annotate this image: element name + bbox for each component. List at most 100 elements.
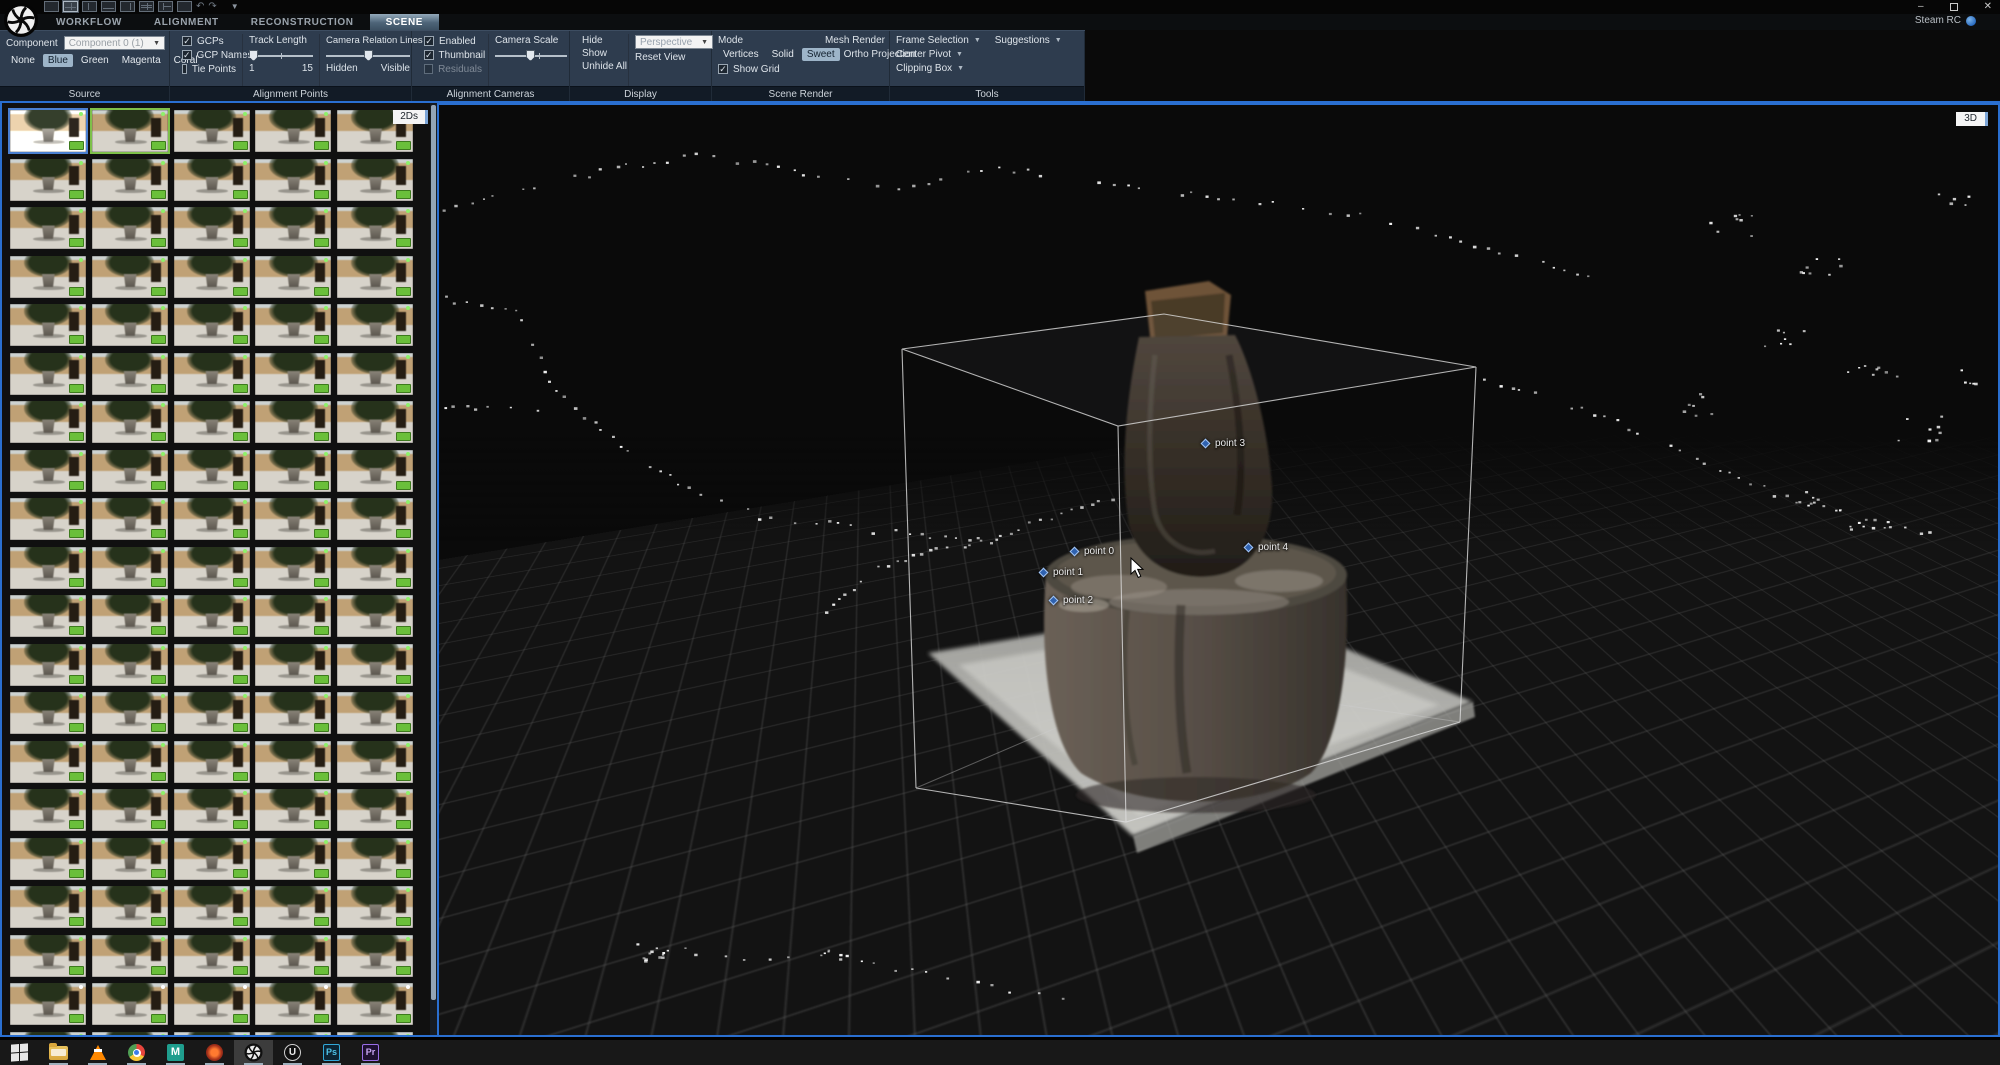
camera-scale-slider[interactable] bbox=[495, 50, 567, 61]
thumbnail[interactable] bbox=[255, 110, 331, 152]
thumbnail[interactable] bbox=[10, 159, 86, 201]
taskbar-start-button[interactable] bbox=[0, 1040, 39, 1065]
render-mode-solid[interactable]: Solid bbox=[767, 48, 799, 61]
frame-selection-dropdown[interactable]: Frame Selection▼ bbox=[896, 35, 981, 46]
thumbnail[interactable] bbox=[174, 692, 250, 734]
layout-preset-icon[interactable] bbox=[101, 1, 116, 12]
thumbnail[interactable] bbox=[92, 353, 168, 395]
thumbnail[interactable] bbox=[10, 401, 86, 443]
thumbnail[interactable] bbox=[337, 547, 413, 589]
thumbnail[interactable] bbox=[337, 886, 413, 928]
thumbnail[interactable] bbox=[10, 450, 86, 492]
control-point-point-3[interactable]: point 3 bbox=[1202, 438, 1245, 449]
tab-alignment[interactable]: ALIGNMENT bbox=[138, 14, 235, 30]
thumbnail[interactable] bbox=[92, 983, 168, 1025]
layout-preset-icon[interactable] bbox=[63, 1, 78, 12]
hide-button[interactable]: Hide bbox=[582, 35, 622, 46]
layout-preset-icon[interactable] bbox=[120, 1, 135, 12]
thumbnail[interactable] bbox=[174, 935, 250, 977]
thumbnail[interactable] bbox=[10, 789, 86, 831]
show-grid-checkbox[interactable]: ✓ Show Grid bbox=[718, 63, 885, 75]
qat-overflow-caret[interactable]: ▼ bbox=[231, 2, 239, 11]
maximize-button[interactable] bbox=[1950, 3, 1958, 11]
taskbar-m-app-icon[interactable]: M bbox=[156, 1040, 195, 1065]
thumbnail[interactable] bbox=[10, 886, 86, 928]
thumbnail[interactable] bbox=[174, 353, 250, 395]
close-button[interactable]: ✕ bbox=[1984, 1, 1992, 13]
taskbar-premiere-icon[interactable]: Pr bbox=[351, 1040, 390, 1065]
thumbnail[interactable] bbox=[255, 159, 331, 201]
thumbnail[interactable] bbox=[337, 304, 413, 346]
thumbnail[interactable] bbox=[255, 256, 331, 298]
gcp-names-checkbox[interactable]: ✓GCP Names bbox=[182, 49, 236, 61]
thumbnail[interactable] bbox=[10, 595, 86, 637]
thumbnail[interactable] bbox=[255, 789, 331, 831]
thumbnail[interactable] bbox=[92, 838, 168, 880]
thumbnail[interactable] bbox=[337, 789, 413, 831]
thumbnail[interactable] bbox=[92, 110, 168, 152]
thumbnails-scrollbar[interactable] bbox=[430, 103, 437, 1035]
thumbnail[interactable] bbox=[255, 644, 331, 686]
thumbnail[interactable] bbox=[255, 547, 331, 589]
thumbnail[interactable] bbox=[10, 935, 86, 977]
thumbnail[interactable] bbox=[255, 207, 331, 249]
color-filter-blue[interactable]: Blue bbox=[43, 54, 73, 67]
color-filter-green[interactable]: Green bbox=[76, 54, 114, 67]
minimize-button[interactable]: – bbox=[1918, 1, 1924, 13]
thumbnail[interactable] bbox=[255, 1032, 331, 1038]
color-filter-none[interactable]: None bbox=[6, 54, 40, 67]
taskbar-realitycapture-icon[interactable] bbox=[234, 1040, 273, 1065]
taskbar-file-explorer-icon[interactable] bbox=[39, 1040, 78, 1065]
track-length-slider[interactable] bbox=[249, 50, 313, 61]
taskbar-chrome-icon[interactable] bbox=[117, 1040, 156, 1065]
layout-preset-icon[interactable] bbox=[82, 1, 97, 12]
thumbnail[interactable] bbox=[92, 304, 168, 346]
thumbnail[interactable] bbox=[255, 983, 331, 1025]
layout-preset-icon[interactable] bbox=[177, 1, 192, 12]
thumbnail[interactable] bbox=[174, 1032, 250, 1038]
thumbnail[interactable] bbox=[255, 498, 331, 540]
thumbnail[interactable] bbox=[174, 304, 250, 346]
redo-icon[interactable]: ↷ bbox=[208, 1, 216, 12]
tab-workflow[interactable]: WORKFLOW bbox=[40, 14, 138, 30]
thumbnail[interactable] bbox=[337, 595, 413, 637]
thumbnail[interactable] bbox=[92, 644, 168, 686]
taskbar-unreal-engine-icon[interactable]: U bbox=[273, 1040, 312, 1065]
clipping-box-dropdown[interactable]: Clipping Box▼ bbox=[896, 63, 964, 74]
thumbnail[interactable] bbox=[92, 498, 168, 540]
thumbnail[interactable] bbox=[92, 547, 168, 589]
thumbnail[interactable] bbox=[92, 935, 168, 977]
taskbar-crimson-app-icon[interactable] bbox=[195, 1040, 234, 1065]
thumbnail-checkbox[interactable]: ✓Thumbnail bbox=[424, 49, 482, 61]
thumbnail[interactable] bbox=[255, 401, 331, 443]
thumbnail[interactable] bbox=[92, 595, 168, 637]
thumbnail[interactable] bbox=[337, 401, 413, 443]
thumbnail[interactable] bbox=[174, 547, 250, 589]
thumbnail[interactable] bbox=[10, 692, 86, 734]
thumbnail[interactable] bbox=[174, 644, 250, 686]
thumbnail[interactable] bbox=[174, 256, 250, 298]
control-point-point-2[interactable]: point 2 bbox=[1050, 595, 1093, 606]
reset-view-button[interactable]: Reset View bbox=[635, 52, 708, 63]
thumbnail[interactable] bbox=[255, 595, 331, 637]
thumbnail[interactable] bbox=[92, 401, 168, 443]
thumbnail[interactable] bbox=[337, 207, 413, 249]
thumbnail[interactable] bbox=[10, 644, 86, 686]
thumbnail[interactable] bbox=[337, 159, 413, 201]
center-pivot-dropdown[interactable]: Center Pivot▼ bbox=[896, 49, 963, 60]
thumbnail[interactable] bbox=[337, 498, 413, 540]
thumbnail[interactable] bbox=[174, 886, 250, 928]
thumbnail[interactable] bbox=[174, 498, 250, 540]
control-point-point-0[interactable]: point 0 bbox=[1071, 546, 1114, 557]
panel-badge-3d[interactable]: 3D bbox=[1956, 112, 1988, 126]
enabled-checkbox[interactable]: ✓Enabled bbox=[424, 35, 482, 47]
thumbnail[interactable] bbox=[10, 353, 86, 395]
thumbnail[interactable] bbox=[10, 1032, 86, 1038]
projection-dropdown[interactable]: Perspective▼ bbox=[635, 35, 713, 49]
thumbnail[interactable] bbox=[10, 256, 86, 298]
thumbnail[interactable] bbox=[337, 450, 413, 492]
thumbnail[interactable] bbox=[174, 741, 250, 783]
thumbnail[interactable] bbox=[337, 256, 413, 298]
thumbnail[interactable] bbox=[337, 935, 413, 977]
thumbnail[interactable] bbox=[337, 1032, 413, 1038]
